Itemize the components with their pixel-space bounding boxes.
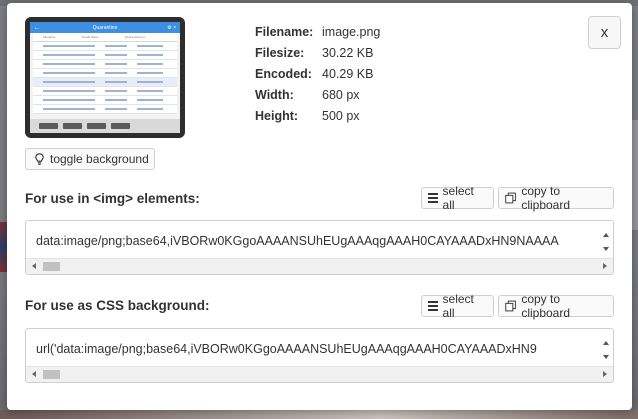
img-copy-button[interactable]: copy to clipboard	[498, 184, 614, 212]
css-copy-button[interactable]: copy to clipboard	[498, 292, 614, 320]
file-info: Filename: image.png Filesize: 30.22 KB E…	[255, 22, 380, 126]
info-row-filename: Filename: image.png	[255, 25, 381, 40]
preview-footer	[30, 119, 180, 133]
img-section-title: For use in <img> elements:	[25, 191, 200, 206]
backdrop-bottom	[0, 410, 638, 419]
list-icon	[428, 193, 438, 203]
scroll-up-arrow[interactable]	[603, 233, 609, 237]
backdrop-edge	[632, 120, 638, 230]
scrollbar-thumb[interactable]	[43, 262, 60, 271]
toggle-background-label: toggle background	[50, 152, 149, 166]
lightbulb-icon	[35, 153, 44, 165]
preview-row	[33, 105, 177, 114]
info-row-filesize: Filesize: 30.22 KB	[255, 46, 374, 61]
preview-row	[33, 78, 177, 87]
preview-row	[33, 51, 177, 60]
css-horizontal-scrollbar[interactable]	[26, 366, 613, 382]
img-select-all-button[interactable]: select all	[421, 184, 494, 212]
preview-table-header: Filename Threat Name Quarantined on	[33, 33, 177, 42]
scrollbar-thumb[interactable]	[43, 370, 60, 379]
toggle-background-button[interactable]: toggle background	[25, 148, 155, 170]
preview-row	[33, 42, 177, 51]
scroll-up-arrow[interactable]	[603, 341, 609, 345]
image-preview: ← Quarantine ⚙ × Filename Threat Name Quar…	[25, 17, 185, 138]
css-code-field[interactable]: url('data:image/png;base64,iVBORw0KGgoAA…	[25, 328, 614, 383]
css-code-text: url('data:image/png;base64,iVBORw0KGgoAA…	[36, 342, 537, 356]
info-row-width: Width: 680 px	[255, 87, 360, 102]
info-row-encoded: Encoded: 40.29 KB	[255, 66, 374, 81]
info-row-height: Height: 500 px	[255, 108, 360, 123]
preview-row	[33, 96, 177, 105]
scroll-down-arrow[interactable]	[603, 355, 609, 359]
preview-title: Quarantine	[92, 24, 118, 31]
scroll-right-arrow[interactable]	[603, 371, 607, 377]
img-code-field[interactable]: data:image/png;base64,iVBORw0KGgoAAAANSU…	[25, 220, 614, 275]
preview-row	[33, 87, 177, 96]
copy-icon	[505, 300, 516, 312]
list-icon	[428, 301, 438, 311]
css-section-title: For use as CSS background:	[25, 298, 210, 313]
scroll-left-arrow[interactable]	[32, 371, 36, 377]
img-code-text: data:image/png;base64,iVBORw0KGgoAAAANSU…	[36, 234, 559, 248]
scroll-down-arrow[interactable]	[603, 247, 609, 251]
copy-icon	[505, 192, 516, 204]
preview-row	[33, 69, 177, 78]
image-base64-dialog: ← Quarantine ⚙ × Filename Threat Name Quar…	[7, 3, 632, 410]
scroll-left-arrow[interactable]	[32, 263, 36, 269]
preview-row	[33, 60, 177, 69]
css-select-all-button[interactable]: select all	[421, 292, 494, 320]
backdrop-flag	[0, 222, 7, 272]
scroll-right-arrow[interactable]	[603, 263, 607, 269]
preview-screenshot: ← Quarantine ⚙ × Filename Threat Name Quar…	[30, 22, 180, 133]
close-button[interactable]: x	[588, 16, 621, 49]
img-horizontal-scrollbar[interactable]	[26, 258, 613, 274]
preview-titlebar: ← Quarantine ⚙ ×	[30, 22, 180, 33]
